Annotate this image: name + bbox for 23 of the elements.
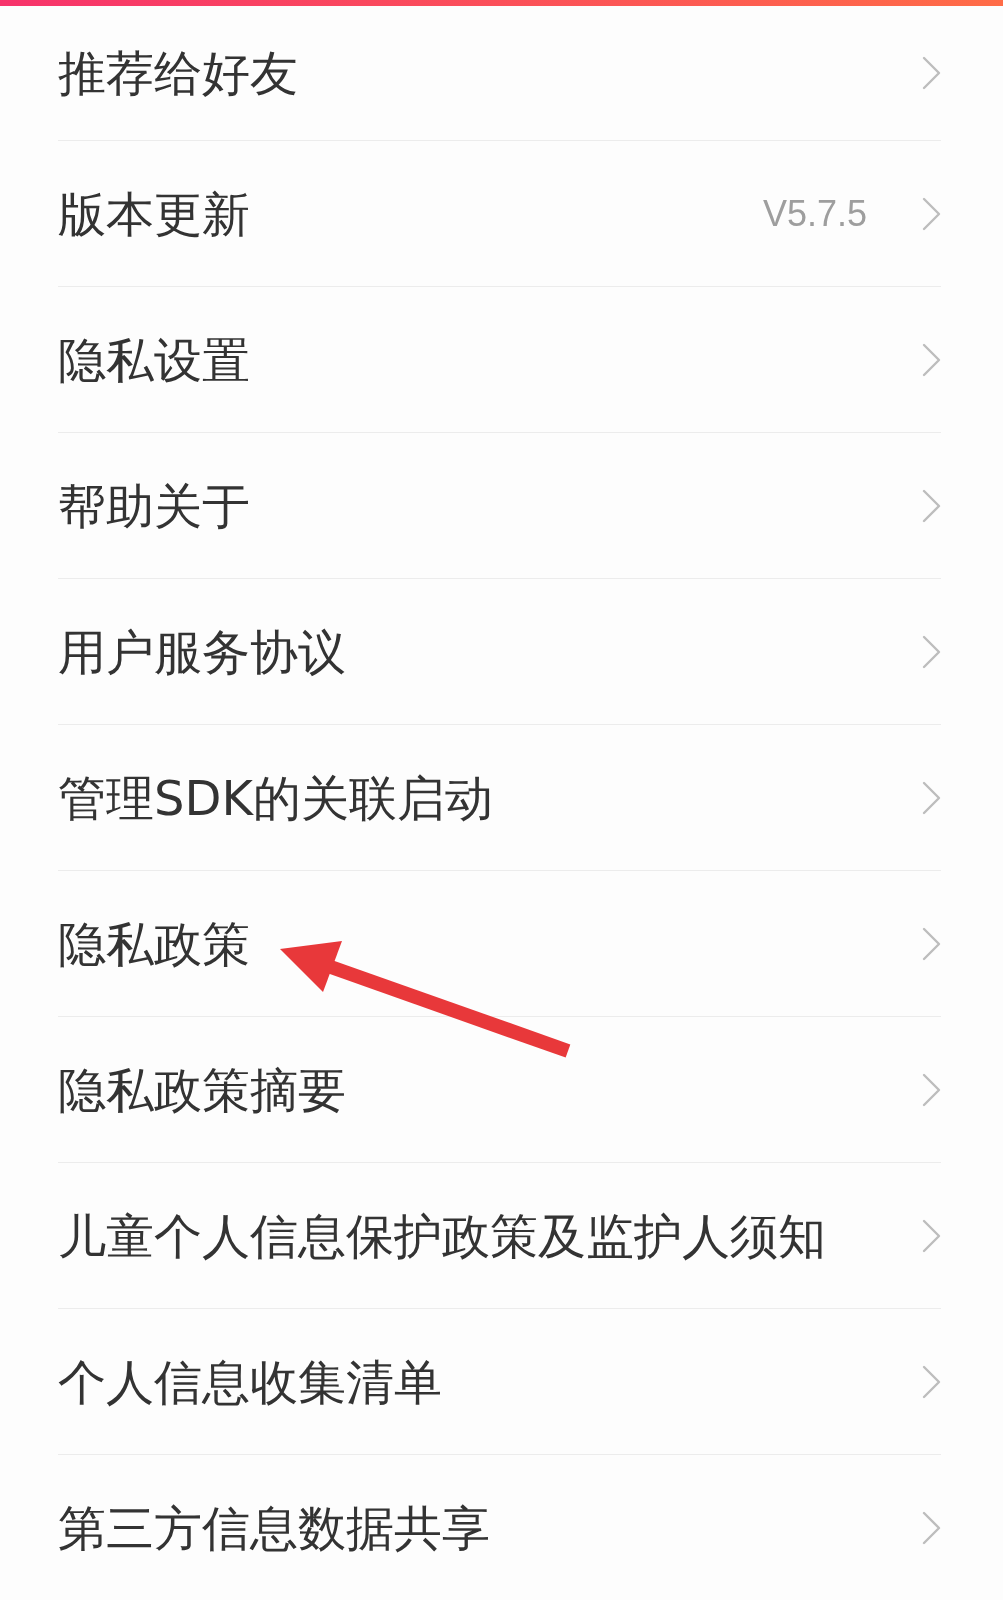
- chevron-right-icon: [922, 780, 941, 815]
- menu-item-label[interactable]: 第三方信息数据共享: [58, 1503, 490, 1552]
- menu-item-label[interactable]: 儿童个人信息保护政策及监护人须知: [58, 1211, 826, 1260]
- chevron-right-icon: [922, 56, 941, 90]
- chevron-right-icon: [922, 196, 941, 231]
- menu-item-label[interactable]: 隐私政策: [58, 919, 250, 968]
- chevron-right-icon: [922, 1364, 941, 1399]
- menu-item-label[interactable]: 管理SDK的关联启动: [58, 773, 493, 822]
- version-text: V5.7.5: [762, 195, 867, 232]
- chevron-right-icon: [922, 634, 941, 669]
- chevron-right-icon: [922, 488, 941, 523]
- chevron-right-icon: [922, 1510, 941, 1545]
- chevron-right-icon: [922, 1218, 941, 1253]
- menu-item-label[interactable]: 推荐给好友: [58, 49, 298, 97]
- menu-item-label[interactable]: 用户服务协议: [58, 627, 346, 676]
- chevron-right-icon: [922, 342, 941, 377]
- chevron-right-icon: [922, 926, 941, 961]
- menu-item-label[interactable]: 个人信息收集清单: [58, 1357, 442, 1406]
- chevron-right-icon: [922, 1072, 941, 1107]
- menu-item-label[interactable]: 隐私设置: [58, 335, 250, 384]
- menu-item-label[interactable]: 隐私政策摘要: [58, 1065, 346, 1114]
- menu-item-label[interactable]: 帮助关于: [58, 481, 250, 530]
- menu-item-label[interactable]: 版本更新: [58, 189, 250, 238]
